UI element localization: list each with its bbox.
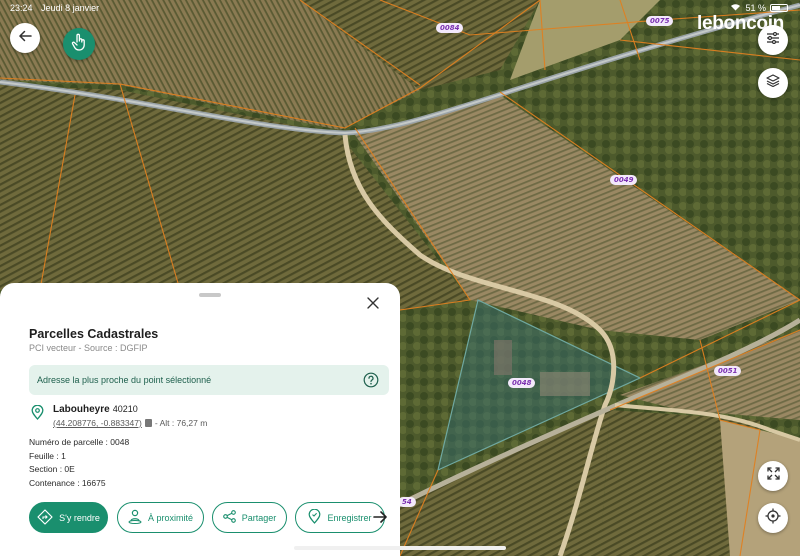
parcel-label[interactable]: 54 bbox=[398, 497, 416, 507]
panel-subtitle: PCI vecteur - Source : DGFIP bbox=[29, 343, 148, 353]
filters-button[interactable] bbox=[758, 25, 788, 55]
scroll-actions-arrow-icon[interactable] bbox=[372, 509, 388, 525]
bookmark-pin-icon bbox=[308, 508, 321, 526]
parcel-label-selected[interactable]: 0048 bbox=[508, 378, 536, 388]
nearby-button[interactable]: À proximité bbox=[117, 502, 204, 533]
status-time: 23:24 bbox=[10, 3, 33, 13]
back-button[interactable] bbox=[10, 23, 40, 53]
help-icon[interactable] bbox=[363, 372, 379, 388]
copy-icon[interactable] bbox=[144, 419, 152, 427]
parcel-label[interactable]: 0051 bbox=[714, 366, 742, 376]
directions-button[interactable]: S'y rendre bbox=[29, 502, 108, 533]
layers-button[interactable] bbox=[758, 68, 788, 98]
action-row: S'y rendre À proximité Partager Enregist… bbox=[29, 502, 391, 533]
status-date: Jeudi 8 janvier bbox=[41, 3, 100, 13]
parcel-info-panel: Parcelles Cadastrales PCI vecteur - Sour… bbox=[0, 283, 400, 556]
directions-label: S'y rendre bbox=[59, 512, 100, 523]
person-pin-icon bbox=[128, 509, 142, 526]
parcel-number: Numéro de parcelle : 0048 bbox=[29, 437, 130, 447]
nearby-label: À proximité bbox=[147, 512, 193, 523]
location-pin-icon bbox=[31, 404, 44, 420]
share-label: Partager bbox=[241, 512, 277, 523]
nearest-address-banner[interactable]: Adresse la plus proche du point sélectio… bbox=[29, 365, 389, 395]
city-line: Labouheyre 40210 bbox=[53, 404, 138, 415]
status-bar-left: 23:24 Jeudi 8 janvier bbox=[10, 3, 105, 13]
parcel-label[interactable]: 0075 bbox=[646, 16, 674, 26]
hand-pointer-icon bbox=[71, 33, 87, 56]
altitude: - Alt : 76,27 m bbox=[154, 418, 208, 428]
home-indicator[interactable] bbox=[294, 546, 506, 550]
panel-title: Parcelles Cadastrales bbox=[29, 327, 159, 341]
city-name: Labouheyre bbox=[53, 404, 110, 415]
parcel-section: Section : 0E bbox=[29, 464, 75, 474]
save-label: Enregistrer bbox=[327, 512, 372, 523]
parcel-label[interactable]: 0049 bbox=[610, 175, 638, 185]
locate-button[interactable] bbox=[758, 503, 788, 533]
close-icon bbox=[365, 297, 381, 315]
expand-button[interactable] bbox=[758, 461, 788, 491]
close-button[interactable] bbox=[365, 295, 381, 311]
battery-percent: 51 % bbox=[745, 3, 766, 13]
status-bar-right: 51 % bbox=[730, 3, 788, 13]
battery-icon bbox=[770, 4, 788, 12]
parcel-sheet: Feuille : 1 bbox=[29, 451, 66, 461]
share-icon bbox=[222, 510, 236, 525]
parcel-label[interactable]: 0084 bbox=[436, 23, 464, 33]
city-zip: 40210 bbox=[112, 404, 138, 414]
share-button[interactable]: Partager bbox=[212, 502, 287, 533]
directions-icon bbox=[37, 508, 53, 527]
back-arrow-icon bbox=[18, 29, 32, 48]
crosshair-icon bbox=[765, 508, 781, 529]
wifi-icon bbox=[730, 3, 741, 13]
layers-icon bbox=[766, 74, 780, 92]
sheet-grabber[interactable] bbox=[199, 293, 221, 297]
touch-select-button[interactable] bbox=[63, 28, 95, 60]
expand-icon bbox=[766, 467, 780, 485]
sliders-icon bbox=[766, 31, 780, 49]
coordinates-line: (44.208776, -0.883347) - Alt : 76,27 m bbox=[53, 418, 207, 428]
nearest-address-text: Adresse la plus proche du point sélectio… bbox=[37, 375, 212, 385]
parcel-area: Contenance : 16675 bbox=[29, 478, 106, 488]
coordinates-link[interactable]: (44.208776, -0.883347) bbox=[53, 418, 142, 428]
